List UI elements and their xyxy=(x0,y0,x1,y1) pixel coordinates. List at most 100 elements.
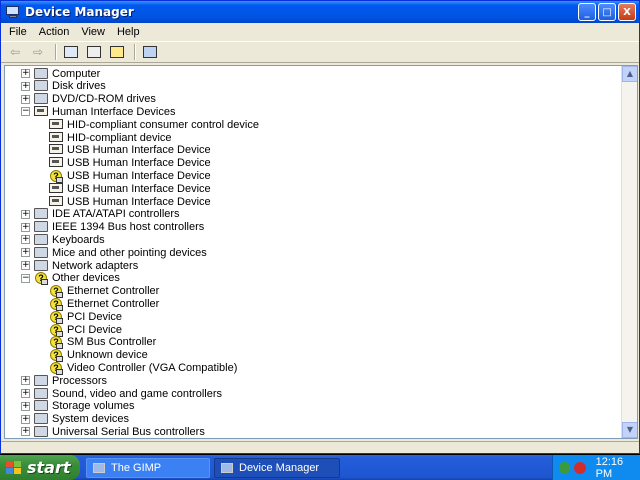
tree-node[interactable]: Human Interface Devices xyxy=(34,105,176,118)
system-tray: 12:16 PM xyxy=(552,455,640,480)
tree-node[interactable]: DVD/CD-ROM drives xyxy=(34,93,156,106)
tree-node[interactable]: IDE ATA/ATAPI controllers xyxy=(34,208,180,221)
tree-node[interactable]: Computer xyxy=(34,67,100,80)
tree-node[interactable]: Sound, video and game controllers xyxy=(34,387,222,400)
expander-toggle[interactable]: + xyxy=(21,261,30,270)
menu-view[interactable]: View xyxy=(75,26,111,38)
tree-node[interactable]: HID-compliant consumer control device xyxy=(49,118,259,131)
clock[interactable]: 12:16 PM xyxy=(596,456,640,480)
tree-node[interactable]: Network adapters xyxy=(34,259,138,272)
tree-node[interactable]: USB Human Interface Device xyxy=(49,144,211,157)
expander-toggle[interactable]: + xyxy=(21,389,30,398)
tree-node[interactable]: USB Human Interface Device xyxy=(49,157,211,170)
tree-node[interactable]: Storage volumes xyxy=(34,400,135,413)
tree-node-label: IDE ATA/ATAPI controllers xyxy=(52,208,180,221)
expander-toggle[interactable]: + xyxy=(21,427,30,437)
expander-toggle[interactable]: + xyxy=(21,94,30,104)
unknown-device-icon: ? xyxy=(49,323,63,337)
expander-toggle[interactable]: + xyxy=(21,414,30,424)
tree-node-label: Human Interface Devices xyxy=(52,105,176,118)
tree-node-label: USB Human Interface Device xyxy=(67,182,211,195)
help-icon[interactable] xyxy=(107,43,127,61)
tree-node[interactable]: ? PCI Device xyxy=(49,310,122,324)
minimize-button[interactable]: _ xyxy=(578,3,596,21)
tree-node[interactable]: Keyboards xyxy=(34,233,105,246)
tree-node[interactable]: Universal Serial Bus controllers xyxy=(34,425,205,438)
tree-node[interactable]: ? SM Bus Controller xyxy=(49,336,156,350)
cdrom-icon xyxy=(34,93,48,105)
properties-icon[interactable] xyxy=(61,43,81,61)
tree-node[interactable]: ? USB Human Interface Device xyxy=(49,169,211,183)
tree-node-label: Mice and other pointing devices xyxy=(52,246,207,259)
security-shield-icon[interactable] xyxy=(574,461,586,474)
expander-toggle[interactable]: − xyxy=(21,107,30,117)
hid-icon xyxy=(49,157,63,169)
task-device-manager[interactable]: Device Manager xyxy=(214,458,340,478)
tree-node-label: Video Controller (VGA Compatible) xyxy=(67,361,238,374)
expander-toggle[interactable]: + xyxy=(21,209,30,219)
expander-toggle[interactable]: + xyxy=(21,222,30,232)
tree-node-label: USB Human Interface Device xyxy=(67,195,211,208)
tree-node-label: Other devices xyxy=(52,272,120,285)
menu-action[interactable]: Action xyxy=(33,26,76,38)
task-gimp[interactable]: The GIMP xyxy=(86,458,210,478)
expander-toggle[interactable]: + xyxy=(21,69,30,78)
tree-node-label: Disk drives xyxy=(52,80,106,93)
expander-toggle[interactable]: + xyxy=(21,235,30,245)
unknown-device-icon: ? xyxy=(49,336,63,350)
tree-node[interactable]: ? PCI Device xyxy=(49,323,123,337)
tree-node[interactable]: Disk drives xyxy=(34,80,106,93)
expander-toggle[interactable]: + xyxy=(21,248,30,258)
unknown-device-icon: ? xyxy=(49,310,63,324)
title-bar[interactable]: Device Manager _ □ X xyxy=(1,1,639,23)
menu-help[interactable]: Help xyxy=(111,26,146,38)
tree-node[interactable]: USB Human Interface Device xyxy=(49,182,211,195)
scan-hardware-icon[interactable] xyxy=(140,43,160,61)
tree-node-label: Computer xyxy=(52,67,101,80)
tree-node-label: IEEE 1394 Bus host controllers xyxy=(52,221,205,234)
hid-warning-icon: ? xyxy=(49,169,63,183)
maximize-button[interactable]: □ xyxy=(598,3,616,21)
vertical-scrollbar[interactable]: ▲ ▼ xyxy=(621,66,637,438)
expander-toggle[interactable]: + xyxy=(21,401,30,411)
tree-node-label: PCI Device xyxy=(67,323,123,336)
processor-icon xyxy=(34,374,48,387)
expander-toggle[interactable]: + xyxy=(21,81,30,91)
tree-node[interactable]: ? Video Controller (VGA Compatible) xyxy=(49,361,238,375)
tree-node[interactable]: Processors xyxy=(34,374,107,387)
print-icon[interactable] xyxy=(84,43,104,61)
firewire-icon xyxy=(34,221,48,233)
tree-node[interactable]: HID-compliant device xyxy=(49,131,172,144)
toolbar-divider xyxy=(55,44,57,60)
tree-node[interactable]: ? Unknown device xyxy=(49,349,148,363)
scroll-up-icon[interactable]: ▲ xyxy=(622,66,637,82)
tree-node-label: Keyboards xyxy=(52,233,105,246)
expander-toggle[interactable]: + xyxy=(21,376,30,386)
status-bar xyxy=(1,441,639,453)
device-manager-window: Device Manager _ □ X File Action View He… xyxy=(0,0,640,454)
windows-flag-icon xyxy=(6,460,22,475)
network-tray-icon[interactable] xyxy=(559,461,571,474)
device-tree[interactable]: ▲ ▼ + Computer + Disk drives + DVD/CD-ROM dri… xyxy=(4,65,638,439)
tree-node[interactable]: System devices xyxy=(34,413,129,426)
tree-node[interactable]: ? Other devices xyxy=(34,272,120,286)
scroll-down-icon[interactable]: ▼ xyxy=(622,422,637,438)
expander-toggle[interactable]: − xyxy=(21,273,30,283)
tree-node-label: USB Human Interface Device xyxy=(67,169,211,182)
hid-icon xyxy=(49,182,63,195)
tree-node[interactable]: ? Ethernet Controller xyxy=(49,285,159,299)
hid-icon xyxy=(49,195,63,208)
close-button[interactable]: X xyxy=(618,3,636,21)
hid-icon xyxy=(34,105,48,118)
tree-node[interactable]: IEEE 1394 Bus host controllers xyxy=(34,221,204,234)
tree-node[interactable]: ? Ethernet Controller xyxy=(49,297,159,311)
tree-node[interactable]: Mice and other pointing devices xyxy=(34,246,207,259)
tree-node[interactable]: USB Human Interface Device xyxy=(49,195,211,208)
hid-icon xyxy=(49,131,63,144)
forward-icon[interactable]: ⇨ xyxy=(28,43,48,61)
menu-file[interactable]: File xyxy=(3,26,33,38)
back-icon[interactable]: ⇦ xyxy=(5,43,25,61)
device-manager-icon xyxy=(221,463,233,473)
unknown-device-icon: ? xyxy=(49,297,63,311)
start-button[interactable]: start xyxy=(0,455,80,480)
